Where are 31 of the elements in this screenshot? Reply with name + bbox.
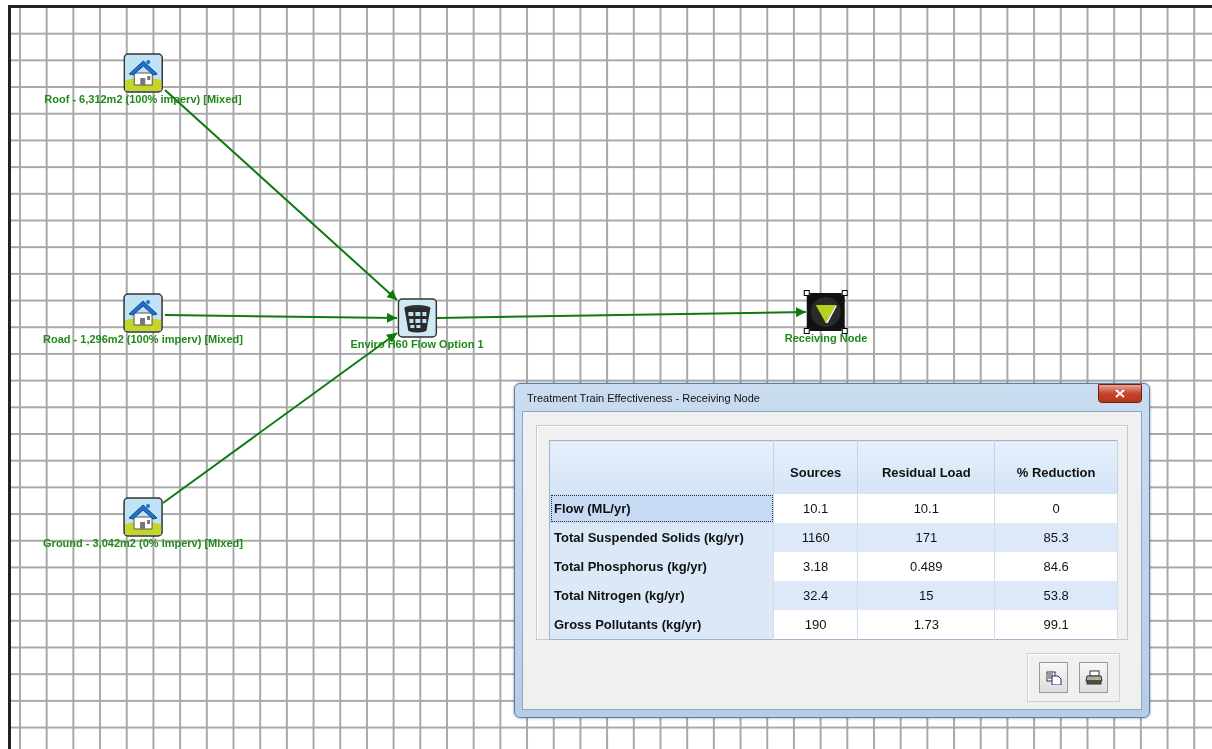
row-header[interactable]: Total Suspended Solids (kg/yr) [549,523,774,552]
node-label: Receiving Node [784,332,868,344]
row-header[interactable]: Total Phosphorus (kg/yr) [549,552,774,581]
close-button[interactable] [1098,384,1142,403]
table-cell: 1160 [773,523,858,552]
table-cell: 53.8 [994,581,1118,610]
table-cell: 85.3 [994,523,1118,552]
column-header: Residual Load [857,440,995,494]
copy-icon [1045,670,1062,685]
row-header[interactable]: Total Nitrogen (kg/yr) [549,581,774,610]
table-cell: 171 [857,523,995,552]
table-cell: 1.73 [857,610,995,639]
table-cell: 15 [857,581,995,610]
house-icon[interactable] [121,495,165,539]
column-header: Sources [773,440,858,494]
table-cell: 190 [773,610,858,639]
copy-button[interactable] [1039,662,1068,693]
table-cell: 99.1 [994,610,1118,639]
printer-icon [1084,670,1103,685]
table-cell: 32.4 [773,581,858,610]
window-title: Treatment Train Effectiveness - Receiving Node [527,391,760,404]
print-button[interactable] [1079,662,1108,693]
house-icon[interactable] [121,51,165,95]
row-header[interactable]: Gross Pollutants (kg/yr) [549,610,774,639]
row-header[interactable]: Flow (ML/yr) [549,494,774,523]
column-header: % Reduction [994,440,1118,494]
house-icon[interactable] [121,291,165,335]
close-icon [1115,389,1125,398]
node-label: Ground - 3,042m2 (0% imperv) [Mixed] [43,537,243,549]
basket-icon[interactable] [395,296,439,340]
node-label: Road - 1,296m2 (100% imperv) [Mixed] [43,333,243,345]
